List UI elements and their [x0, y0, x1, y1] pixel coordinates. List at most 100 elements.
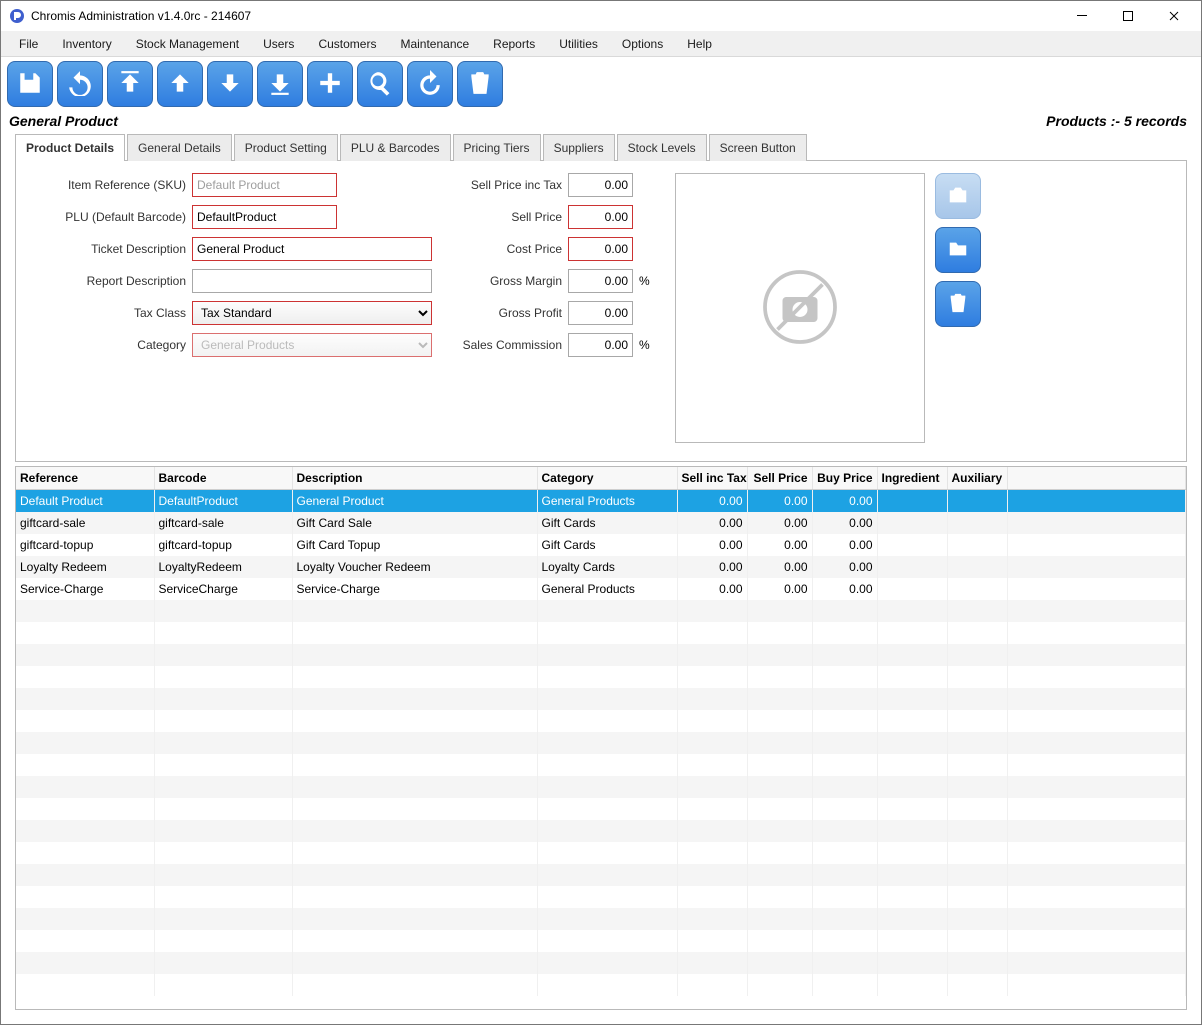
no-image-icon	[760, 267, 840, 350]
menu-maintenance[interactable]: Maintenance	[390, 33, 479, 55]
menu-customers[interactable]: Customers	[308, 33, 386, 55]
table-row-empty	[16, 930, 1186, 952]
table-row-empty	[16, 864, 1186, 886]
minimize-button[interactable]	[1059, 1, 1105, 31]
col-spacer	[1007, 467, 1186, 490]
browse-image-button[interactable]	[935, 227, 981, 273]
menu-inventory[interactable]: Inventory	[52, 33, 121, 55]
label-ticket: Ticket Description	[26, 242, 186, 256]
tab-pricing-tiers[interactable]: Pricing Tiers	[453, 134, 541, 161]
search-button[interactable]	[357, 61, 403, 107]
label-taxclass: Tax Class	[26, 306, 186, 320]
products-grid[interactable]: Reference Barcode Description Category S…	[15, 466, 1187, 1010]
product-image-placeholder	[675, 173, 925, 443]
tab-product-details[interactable]: Product Details	[15, 134, 125, 161]
col-barcode[interactable]: Barcode	[154, 467, 292, 490]
tab-plu-barcodes[interactable]: PLU & Barcodes	[340, 134, 451, 161]
select-category[interactable]: General Products	[192, 333, 432, 357]
col-buyprice[interactable]: Buy Price	[812, 467, 877, 490]
menu-users[interactable]: Users	[253, 33, 304, 55]
input-sellinc[interactable]	[568, 173, 633, 197]
input-profit[interactable]	[568, 301, 633, 325]
first-icon	[117, 70, 143, 99]
search-icon	[367, 70, 393, 99]
add-button[interactable]	[307, 61, 353, 107]
table-row-empty	[16, 666, 1186, 688]
table-row[interactable]: Default ProductDefaultProductGeneral Pro…	[16, 490, 1186, 512]
label-sku: Item Reference (SKU)	[26, 178, 186, 192]
folder-icon	[947, 238, 969, 263]
table-row-empty	[16, 688, 1186, 710]
refresh-button[interactable]	[407, 61, 453, 107]
refresh-icon	[417, 70, 443, 99]
table-row-empty	[16, 622, 1186, 644]
col-sellprice[interactable]: Sell Price	[747, 467, 812, 490]
capture-image-button[interactable]	[935, 173, 981, 219]
next-button[interactable]	[207, 61, 253, 107]
tab-suppliers[interactable]: Suppliers	[543, 134, 615, 161]
input-cost[interactable]	[568, 237, 633, 261]
app-icon	[9, 8, 25, 24]
table-row-empty	[16, 754, 1186, 776]
col-category[interactable]: Category	[537, 467, 677, 490]
table-row-empty	[16, 820, 1186, 842]
table-row-empty	[16, 974, 1186, 996]
save-icon	[17, 70, 43, 99]
product-details-panel: Item Reference (SKU) PLU (Default Barcod…	[15, 160, 1187, 462]
table-row[interactable]: giftcard-salegiftcard-saleGift Card Sale…	[16, 512, 1186, 534]
prev-button[interactable]	[157, 61, 203, 107]
delete-button[interactable]	[457, 61, 503, 107]
table-row-empty	[16, 600, 1186, 622]
label-commission: Sales Commission	[452, 338, 562, 352]
input-sell[interactable]	[568, 205, 633, 229]
tab-screen-button[interactable]: Screen Button	[709, 134, 807, 161]
menu-options[interactable]: Options	[612, 33, 673, 55]
pct-2: %	[639, 338, 651, 352]
titlebar: Chromis Administration v1.4.0rc - 214607	[1, 1, 1201, 31]
trash-icon	[467, 70, 493, 99]
input-margin[interactable]	[568, 269, 633, 293]
delete-image-button[interactable]	[935, 281, 981, 327]
tabs: Product Details General Details Product …	[1, 133, 1201, 160]
table-row-empty	[16, 886, 1186, 908]
input-ticket[interactable]	[192, 237, 432, 261]
input-sku[interactable]	[192, 173, 337, 197]
input-commission[interactable]	[568, 333, 633, 357]
first-button[interactable]	[107, 61, 153, 107]
pct-1: %	[639, 274, 651, 288]
table-row-empty	[16, 908, 1186, 930]
close-button[interactable]	[1151, 1, 1197, 31]
col-reference[interactable]: Reference	[16, 467, 154, 490]
undo-button[interactable]	[57, 61, 103, 107]
up-icon	[167, 70, 193, 99]
input-plu[interactable]	[192, 205, 337, 229]
menu-utilities[interactable]: Utilities	[549, 33, 608, 55]
camera-icon	[947, 184, 969, 209]
col-description[interactable]: Description	[292, 467, 537, 490]
tab-general-details[interactable]: General Details	[127, 134, 232, 161]
select-taxclass[interactable]: Tax Standard	[192, 301, 432, 325]
save-button[interactable]	[7, 61, 53, 107]
last-button[interactable]	[257, 61, 303, 107]
table-row[interactable]: Service-ChargeServiceChargeService-Charg…	[16, 578, 1186, 600]
table-row-empty	[16, 776, 1186, 798]
label-profit: Gross Profit	[452, 306, 562, 320]
menu-file[interactable]: File	[9, 33, 48, 55]
col-sellinc[interactable]: Sell inc Tax	[677, 467, 747, 490]
col-ingredient[interactable]: Ingredient	[877, 467, 947, 490]
menu-reports[interactable]: Reports	[483, 33, 545, 55]
menu-help[interactable]: Help	[677, 33, 722, 55]
menubar: File Inventory Stock Management Users Cu…	[1, 31, 1201, 57]
input-report[interactable]	[192, 269, 432, 293]
tab-product-setting[interactable]: Product Setting	[234, 134, 338, 161]
tab-stock-levels[interactable]: Stock Levels	[617, 134, 707, 161]
subheader: General Product Products :- 5 records	[1, 111, 1201, 133]
col-auxiliary[interactable]: Auxiliary	[947, 467, 1007, 490]
table-row[interactable]: giftcard-topupgiftcard-topupGift Card To…	[16, 534, 1186, 556]
table-row[interactable]: Loyalty RedeemLoyaltyRedeemLoyalty Vouch…	[16, 556, 1186, 578]
menu-stock-management[interactable]: Stock Management	[126, 33, 249, 55]
plus-icon	[317, 70, 343, 99]
grid-header-row: Reference Barcode Description Category S…	[16, 467, 1186, 490]
table-row-empty	[16, 952, 1186, 974]
maximize-button[interactable]	[1105, 1, 1151, 31]
